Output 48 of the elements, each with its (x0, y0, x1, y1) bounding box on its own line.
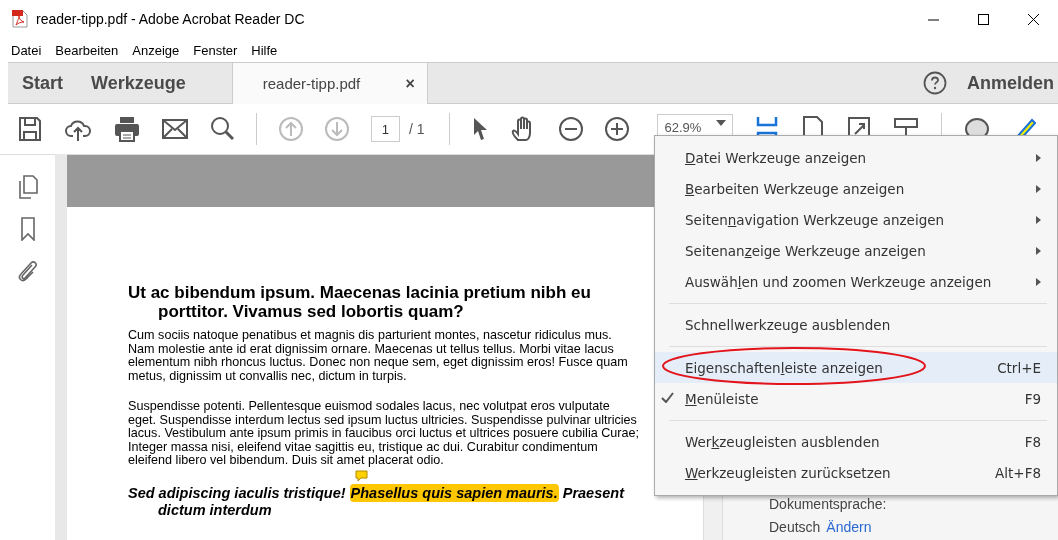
document-heading: Ut ac bibendum ipsum. Maecenas lacinia pretium nibh eu porttitor. Vivamus sed lobortis quam? (128, 283, 592, 321)
close-icon[interactable] (1027, 13, 1039, 25)
menu-item[interactable]: Anzeige (125, 42, 187, 58)
menu-item[interactable]: Datei (4, 42, 49, 58)
zoom-in-icon[interactable] (605, 116, 630, 142)
menu-item[interactable]: Schnellwerkzeuge ausblenden (655, 309, 1057, 340)
document-paragraph: Suspendisse potenti. Pellentesque euismod sodales lacus, nec volutpat eros vulputate eget. Suspendisse interdum lectus sed ipsum luctus ultricies. Suspendisse pulvinar ultricies lacus. Vestibulum ante ipsum primis in faucibus orci luctus et ultrices posuere cubilia Curae; Integer massa nisi, eleifend vitae sagittis eu, tristique ac dui. Curabitur condimentum eleifend libero vel bibendum. Duis sit amet placerat odio. (128, 400, 639, 468)
page-number-field[interactable]: 1 (370, 116, 400, 142)
menu-item[interactable]: Auswählen und zoomen Werkzeuge anzeigen (655, 266, 1057, 297)
zoom-out-icon[interactable] (559, 116, 584, 142)
shortcut-text: Ctrl+E (997, 359, 1041, 376)
bookmark-icon[interactable] (19, 217, 36, 241)
window-title: reader-tipp.pdf - Adobe Acrobat Reader DC (36, 11, 305, 27)
document-language-label: Dokumentsprache: (769, 496, 888, 512)
nav-tab[interactable]: Start (8, 63, 77, 103)
menu-item[interactable]: Datei Werkzeuge anzeigen (655, 142, 1057, 173)
menu-item[interactable]: Bearbeiten Werkzeuge anzeigen (655, 173, 1057, 204)
menu-item[interactable]: Fenster (186, 42, 245, 58)
shortcut-text: F8 (1024, 433, 1041, 450)
email-icon[interactable] (162, 116, 188, 142)
page-count: / 1 (408, 121, 425, 137)
menu-item[interactable]: Bearbeiten (48, 42, 126, 58)
help-icon[interactable] (923, 71, 947, 95)
sign-in-link[interactable]: Anmelden (967, 72, 1054, 94)
menu-item[interactable]: Seitennavigation Werkzeuge anzeigen (655, 204, 1057, 235)
menu-item[interactable]: Seitenanzeige Werkzeuge anzeigen (655, 235, 1057, 266)
document-paragraph: Cum sociis natoque penatibus et magnis dis parturient montes, nascetur ridiculus mus. Nam molestie ante id erat dignissim ornare. Maecenas ut tellus tellus. Morbi vitae lacus elementum nibh rhoncus luctus. Donec non neque sem, eget dignissim eros! Fusce quam metus, dignissim ut convallis nec, dictum in turpis. (128, 329, 629, 383)
paperclip-icon[interactable] (16, 259, 39, 283)
document-language: Deutsch (769, 519, 821, 535)
pdf-file-icon (12, 10, 28, 28)
shortcut-text: F9 (1024, 390, 1041, 407)
pages-icon[interactable] (17, 175, 38, 199)
document-subheading: Sed adipiscing iaculis tristique! Phasellus quis sapien mauris. Praesent dictum interdum (128, 484, 639, 519)
document-tab[interactable]: reader-tipp.pdf × (231, 63, 428, 104)
change-link[interactable]: Ändern (826, 519, 872, 535)
menu-item[interactable]: Werkzeugleisten ausblenden F8 (655, 426, 1057, 457)
menu-item[interactable]: Hilfe (244, 42, 285, 58)
print-icon[interactable] (114, 116, 140, 142)
caret-icon (716, 120, 727, 126)
nav-tab[interactable]: Werkzeuge (77, 63, 200, 103)
save-icon[interactable] (18, 116, 42, 142)
search-icon[interactable] (210, 116, 234, 142)
tab-close-button[interactable]: × (405, 74, 415, 93)
comment-note-icon[interactable] (355, 469, 368, 482)
menu-item[interactable]: Menüleiste F9 (655, 383, 1057, 414)
shortcut-text: Alt+F8 (995, 464, 1041, 481)
menu-item[interactable]: Werkzeugleisten zurücksetzen Alt+F8 (655, 457, 1057, 488)
maximize-icon[interactable] (977, 13, 989, 25)
